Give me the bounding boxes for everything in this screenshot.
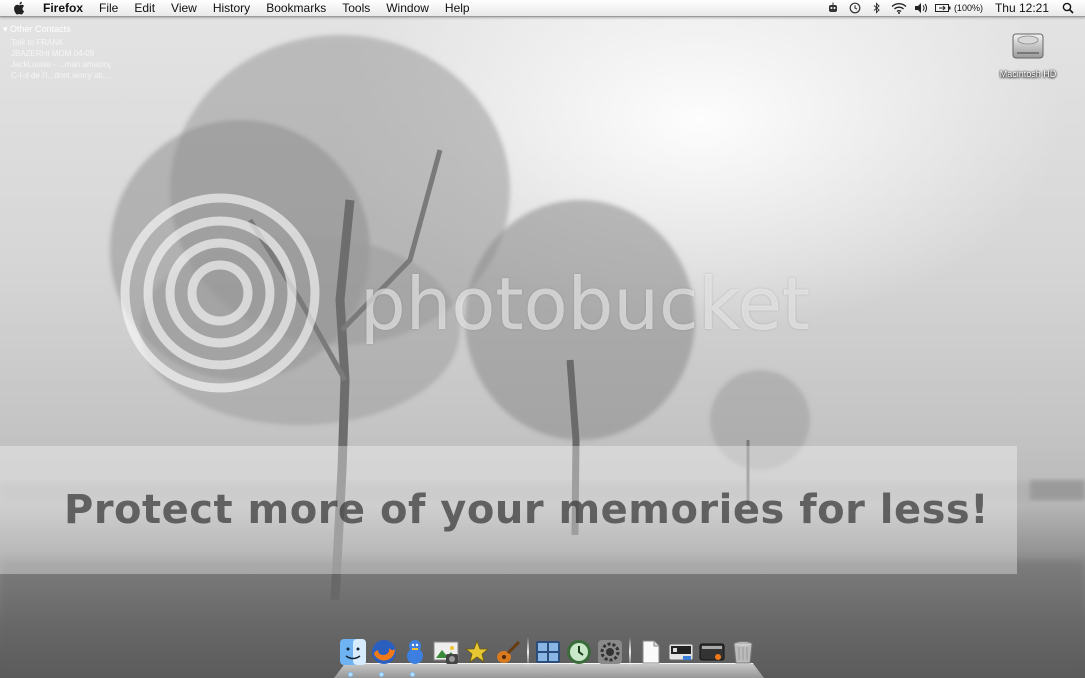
menu-history[interactable]: History <box>205 0 258 16</box>
apple-icon[interactable] <box>13 0 29 16</box>
time-machine-icon[interactable] <box>844 0 866 16</box>
menu-tools[interactable]: Tools <box>334 0 378 16</box>
downloads-stack-icon[interactable] <box>666 637 696 667</box>
menu-window[interactable]: Window <box>378 0 437 16</box>
firefox-icon[interactable] <box>369 637 399 667</box>
watermark-banner-text: Protect more of your memories for less! <box>64 487 989 533</box>
trash-icon[interactable] <box>728 637 758 667</box>
finder-running-indicator <box>348 672 353 677</box>
garageband-icon[interactable] <box>493 637 523 667</box>
watermark-banner: Protect more of your memories for less! <box>0 446 1017 574</box>
hard-drive-icon <box>1012 33 1044 59</box>
dock-separator <box>527 637 529 667</box>
application-stack-icon[interactable] <box>697 637 727 667</box>
spotlight-search-icon[interactable] <box>1057 0 1079 16</box>
volume-icon[interactable] <box>910 0 932 16</box>
spaces-icon[interactable] <box>533 637 563 667</box>
firefox-running-indicator <box>379 672 384 677</box>
menu-file[interactable]: File <box>91 0 126 16</box>
photobucket-logo-watermark <box>120 193 320 393</box>
menu-bookmarks[interactable]: Bookmarks <box>258 0 334 16</box>
battery-percentage[interactable]: (100%) <box>954 3 987 13</box>
dock-separator <box>629 637 631 667</box>
dock <box>334 635 764 678</box>
app-menu-firefox[interactable]: Firefox <box>35 0 91 16</box>
adium-running-indicator <box>410 672 415 677</box>
menu-edit[interactable]: Edit <box>126 0 163 16</box>
wifi-icon[interactable] <box>888 0 910 16</box>
macintosh-hd-desktop-icon[interactable]: Macintosh HD <box>990 24 1066 79</box>
drive-label: Macintosh HD <box>999 69 1057 79</box>
imovie-icon[interactable] <box>462 637 492 667</box>
contacts-group-header[interactable]: ▾ Other Contacts <box>3 24 111 35</box>
iphoto-icon[interactable] <box>431 637 461 667</box>
battery-icon[interactable] <box>932 0 954 16</box>
menu-clock[interactable]: Thu 12:21 <box>987 1 1057 15</box>
robot-icon[interactable] <box>822 0 844 16</box>
finder-icon[interactable] <box>338 637 368 667</box>
bluetooth-icon[interactable] <box>866 0 888 16</box>
adium-icon[interactable] <box>400 637 430 667</box>
contacts-list: ▾ Other Contacts Talk to FRANK JBAZERHI … <box>3 24 111 81</box>
contact-item[interactable]: JackLouise - ...man amazing... <box>3 59 111 70</box>
disclosure-triangle-icon[interactable]: ▾ <box>3 24 8 34</box>
contacts-group-label: Other Contacts <box>10 24 71 34</box>
menu-help[interactable]: Help <box>437 0 478 16</box>
time-machine-icon[interactable] <box>564 637 594 667</box>
contact-item[interactable]: Talk to FRANK <box>3 37 111 48</box>
menu-bar: Firefox File Edit View History Bookmarks… <box>0 0 1085 17</box>
contact-item[interactable]: JBAZERHI MOM 04-09 <box>3 48 111 59</box>
system-preferences-icon[interactable] <box>595 637 625 667</box>
documents-stack-icon[interactable] <box>635 637 665 667</box>
contact-item[interactable]: C-I-d de l'I...dont worry ab... <box>3 70 111 81</box>
menu-view[interactable]: View <box>163 0 205 16</box>
photobucket-watermark-text: photobucket <box>360 262 811 346</box>
